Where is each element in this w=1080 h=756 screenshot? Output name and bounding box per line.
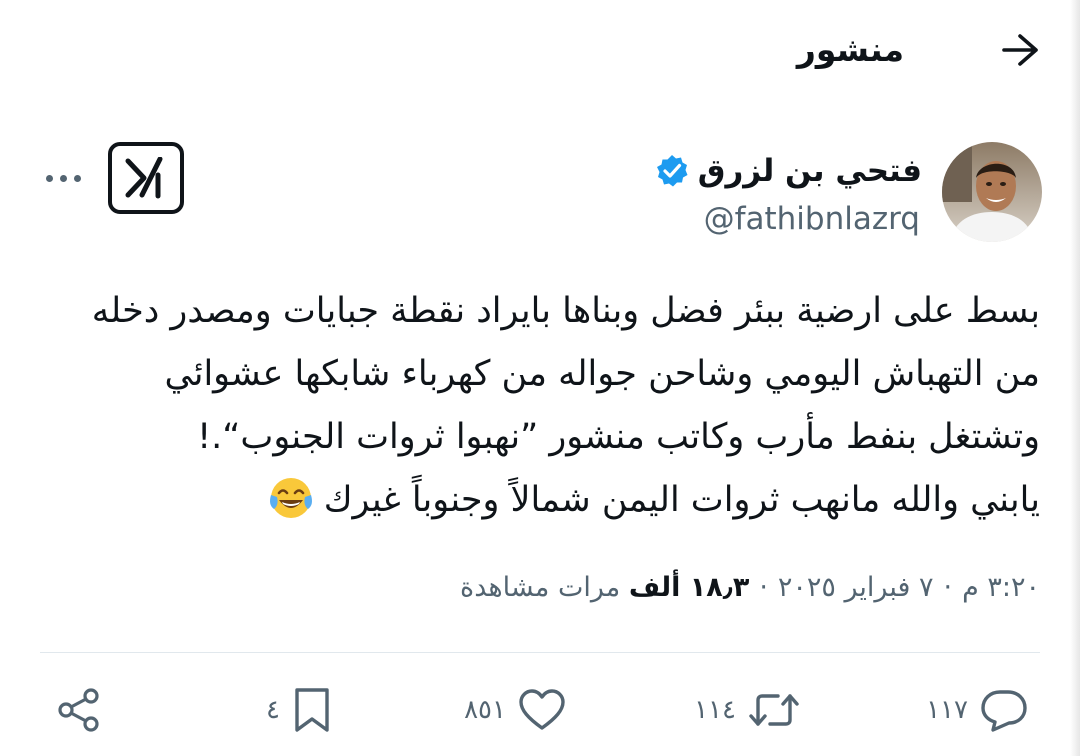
arrow-right-icon: [1002, 34, 1038, 66]
face-with-tears-of-joy-icon: [269, 478, 312, 518]
bookmark-icon: [295, 688, 329, 732]
verified-badge-icon: [654, 153, 690, 189]
divider: [40, 652, 1040, 653]
meta-separator: ·: [759, 572, 768, 603]
bookmark-button[interactable]: ٤: [266, 686, 332, 734]
more-dot: [73, 174, 81, 182]
more-options-button[interactable]: [36, 160, 90, 196]
screen-edge: [1070, 0, 1080, 756]
tweet-line: وتشتغل بنفط مأرب وكاتب منشور ”نهبوا ثروا…: [197, 417, 1040, 457]
author-handle[interactable]: @fathibnlazrq: [704, 195, 920, 243]
author-name[interactable]: فتحي بن لزرق: [698, 147, 922, 195]
author-name-row[interactable]: فتحي بن لزرق: [654, 147, 922, 195]
repost-button[interactable]: ١١٤: [694, 686, 800, 734]
reply-icon: [981, 690, 1027, 732]
tweet-line: بسط على ارضية ببئر فضل وبناها بايراد نقط…: [91, 291, 1040, 331]
tweet-line: من التهباش اليومي وشاحن جواله من كهرباء …: [164, 354, 1040, 394]
reply-button[interactable]: ١١٧: [926, 686, 1028, 734]
more-dot: [45, 174, 53, 182]
back-button[interactable]: [996, 26, 1044, 74]
avatar[interactable]: [942, 142, 1042, 242]
heart-icon: [519, 689, 565, 730]
bookmark-count: ٤: [266, 695, 280, 725]
reply-count: ١١٧: [926, 695, 968, 725]
grok-icon: [125, 157, 163, 199]
views-count[interactable]: ١٨٫٣ ألف: [629, 572, 749, 603]
like-button[interactable]: ٨٥١: [464, 686, 566, 734]
more-dot: [59, 174, 67, 182]
repost-icon: [749, 694, 799, 726]
tweet-line-last: يابني والله مانهب ثروات اليمن شمالاً وجن…: [40, 469, 1040, 532]
grok-button[interactable]: [108, 142, 184, 214]
tweet-meta: ٣:٢٠ م · ٧ فبراير ٢٠٢٥ · ١٨٫٣ ألف مرات مشاهد…: [460, 566, 1040, 610]
page-title: منشور: [796, 30, 904, 69]
meta-separator: ·: [943, 572, 953, 603]
views-label: مرات مشاهدة: [460, 572, 621, 603]
share-icon: [58, 688, 99, 732]
top-bar: منشور: [0, 0, 1080, 100]
tweet-text: بسط على ارضية ببئر فضل وبناها بايراد نقط…: [40, 280, 1040, 532]
share-button[interactable]: [56, 686, 102, 734]
repost-count: ١١٤: [694, 695, 736, 725]
tweet-date: ٧ فبراير ٢٠٢٥: [777, 572, 934, 603]
like-count: ٨٥١: [464, 695, 506, 725]
tweet-time: ٣:٢٠ م: [962, 572, 1040, 603]
tweet-line: يابني والله مانهب ثروات اليمن شمالاً وجن…: [323, 480, 1040, 520]
